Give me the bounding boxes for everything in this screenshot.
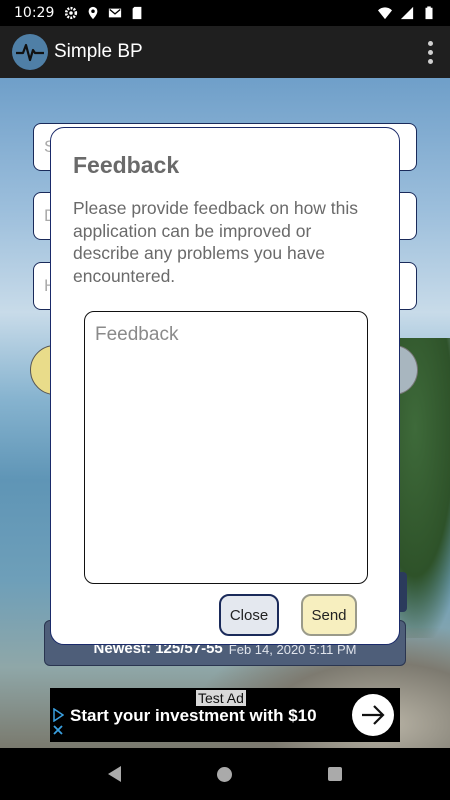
location-icon [88,6,98,20]
heartbeat-icon [12,34,48,70]
dialog-message: Please provide feedback on how this appl… [73,198,359,286]
overflow-menu-icon[interactable] [410,32,450,72]
gear-icon [65,6,78,20]
dialog-title: Feedback [73,152,180,178]
wifi-icon [378,7,392,20]
send-button[interactable]: Send [301,594,357,636]
ad-text: Start your investment with $10 [70,706,317,725]
gmail-icon [109,8,122,18]
dialog-actions: Close Send [219,594,357,636]
status-time: 10:29 [14,5,55,21]
signal-icon [400,6,414,20]
ad-label: Test Ad [196,690,246,706]
status-bar: 10:29 [0,0,450,26]
nav-bar [0,748,450,800]
back-icon[interactable] [108,766,121,782]
arrow-right-icon[interactable] [352,694,394,736]
app-bar: Simple BP [0,26,450,78]
battery-icon [425,6,433,20]
close-button[interactable]: Close [219,594,279,636]
app-title: Simple BP [54,41,143,62]
sd-card-icon [132,6,142,20]
ad-choices-icon[interactable] [50,708,66,742]
feedback-dialog: Feedback Please provide feedback on how … [50,127,400,645]
feedback-input[interactable] [84,311,368,584]
home-icon[interactable] [217,766,232,782]
recents-icon[interactable] [328,767,342,781]
ad-banner[interactable]: Test Ad Start your investment with $10 [50,688,400,742]
